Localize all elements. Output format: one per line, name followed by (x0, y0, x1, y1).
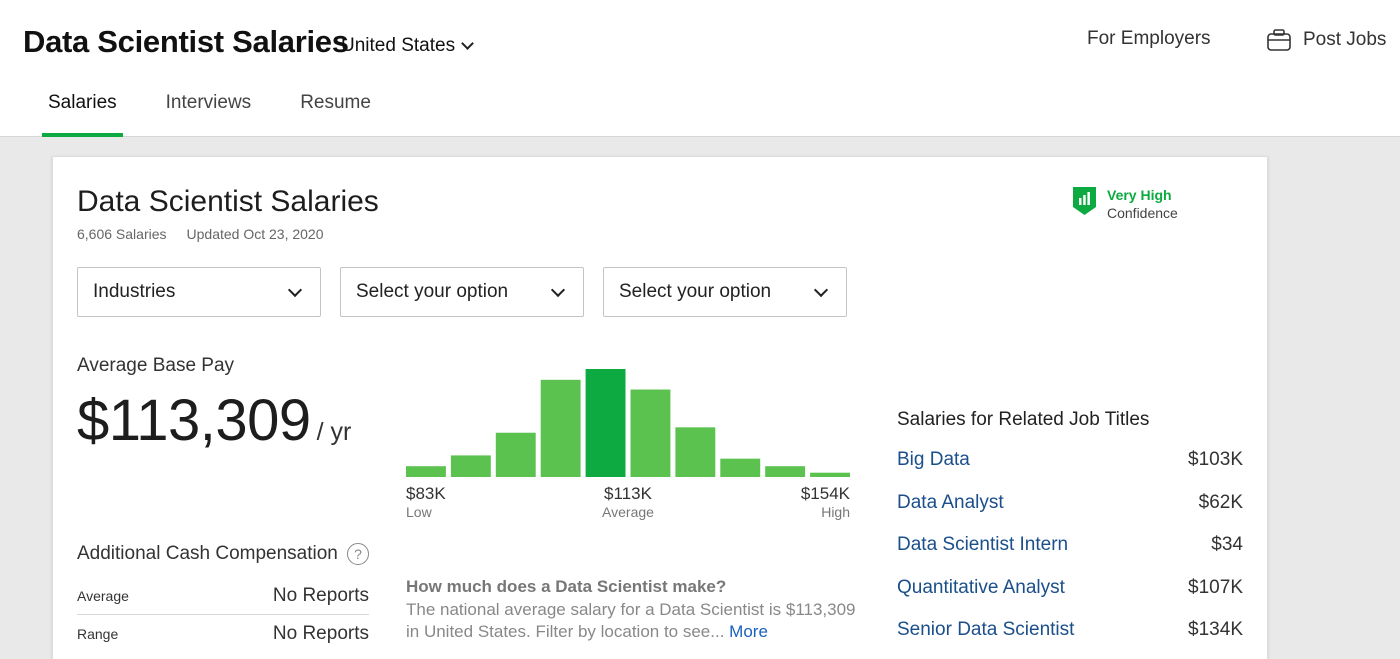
average-value: $113K (604, 484, 652, 503)
confidence-label: Confidence (1107, 205, 1178, 221)
industries-select[interactable]: Industries (77, 267, 321, 317)
briefcase-icon (1267, 29, 1291, 51)
option-select-2[interactable]: Select your option (603, 267, 847, 317)
top-bar: Data Scientist Salaries United States Fo… (0, 0, 1400, 137)
card-title: Data Scientist Salaries (77, 185, 379, 218)
related-title-link[interactable]: Senior Data Scientist (897, 619, 1074, 641)
comp-row-key: Average (77, 587, 129, 604)
related-row: Big Data $103K (897, 439, 1243, 482)
histogram-labels: $83K Low $113K Average $154K High (406, 484, 850, 524)
tab-resume[interactable]: Resume (294, 92, 377, 137)
related-titles-heading: Salaries for Related Job Titles (897, 409, 1150, 430)
additional-comp-title: Additional Cash Compensation (77, 543, 338, 564)
related-salary: $107K (1188, 576, 1243, 598)
tab-interviews[interactable]: Interviews (160, 92, 258, 137)
average-label: Average (602, 504, 654, 520)
page-title: Data Scientist Salaries (23, 24, 349, 59)
help-icon[interactable]: ? (347, 543, 369, 565)
comp-row-range: Range No Reports (77, 615, 369, 653)
faq-answer: The national average salary for a Data S… (406, 599, 856, 643)
related-salary: $62K (1198, 491, 1243, 513)
comp-row-key: Range (77, 626, 119, 642)
option-select-1[interactable]: Select your option (340, 267, 584, 317)
tab-salaries[interactable]: Salaries (42, 92, 123, 137)
low-label: Low (406, 504, 432, 520)
salary-meta: 6,606 Salaries Updated Oct 23, 2020 (77, 226, 324, 242)
avg-base-pay-label: Average Base Pay (77, 355, 235, 376)
histogram-bar (585, 369, 626, 477)
histogram-bar (495, 432, 536, 477)
for-employers-link[interactable]: For Employers (1087, 28, 1211, 50)
filter-bar: Industries Select your option Select you… (77, 267, 847, 317)
related-salary: $103K (1188, 449, 1243, 471)
comp-row-average: Average No Reports (77, 577, 369, 615)
related-salary: $134K (1188, 619, 1243, 641)
faq-answer-text: The national average salary for a Data S… (406, 600, 856, 641)
post-jobs-label: Post Jobs (1303, 29, 1387, 50)
high-value: $154K (800, 484, 850, 503)
histogram-bar (406, 466, 446, 477)
salary-card: Data Scientist Salaries 6,606 Salaries U… (52, 156, 1268, 659)
related-titles: Salaries for Related Job Titles Big Data… (897, 409, 1243, 652)
low-value: $83K (406, 484, 446, 503)
salary-faq: How much does a Data Scientist make? The… (406, 577, 856, 643)
chevron-down-icon (287, 282, 303, 297)
option-select-2-value: Select your option (619, 281, 772, 302)
histogram-bar (630, 389, 671, 477)
salary-histogram (406, 369, 850, 477)
confidence-shield-icon (1073, 187, 1096, 215)
related-row: Quantitative Analyst $107K (897, 567, 1243, 610)
chevron-down-icon (461, 37, 474, 50)
related-title-link[interactable]: Big Data (897, 449, 970, 471)
avg-base-pay-unit: / yr (316, 418, 352, 446)
location-dropdown[interactable]: United States (341, 35, 474, 57)
related-title-link[interactable]: Quantitative Analyst (897, 577, 1065, 599)
confidence-badge: Very High Confidence (1072, 186, 1178, 222)
additional-comp-header: Additional Cash Compensation ? (77, 543, 369, 565)
comp-row-value: No Reports (272, 623, 369, 644)
histogram-bar (720, 458, 761, 477)
high-label: High (821, 504, 850, 520)
faq-more-link[interactable]: More (729, 622, 768, 641)
chevron-down-icon (813, 282, 829, 297)
tab-bar: Salaries Interviews Resume (42, 92, 414, 137)
avg-base-pay: $113,309 / yr (77, 387, 351, 454)
faq-question: How much does a Data Scientist make? (406, 577, 727, 596)
related-title-link[interactable]: Data Analyst (897, 492, 1004, 514)
histogram-bar (675, 427, 716, 477)
option-select-1-value: Select your option (356, 281, 509, 302)
location-label: United States (341, 35, 456, 56)
chevron-down-icon (550, 282, 566, 297)
related-row: Senior Data Scientist $134K (897, 609, 1243, 652)
post-jobs-link[interactable]: Post Jobs (1266, 28, 1386, 52)
histogram-bar (765, 466, 806, 477)
related-row: Data Scientist Intern $34 (897, 524, 1243, 567)
related-title-link[interactable]: Data Scientist Intern (897, 534, 1068, 556)
histogram-bar (450, 455, 491, 477)
comp-row-value: No Reports (272, 584, 369, 606)
related-row: Data Analyst $62K (897, 482, 1243, 525)
salary-count: 6,606 Salaries (77, 226, 167, 242)
histogram-bar (810, 472, 850, 477)
industries-select-value: Industries (93, 281, 176, 302)
updated-date: Updated Oct 23, 2020 (186, 226, 324, 242)
histogram-bar (540, 379, 581, 477)
avg-base-pay-amount: $113,309 (77, 388, 311, 453)
related-salary: $34 (1211, 534, 1243, 556)
confidence-level: Very High (1107, 187, 1172, 203)
